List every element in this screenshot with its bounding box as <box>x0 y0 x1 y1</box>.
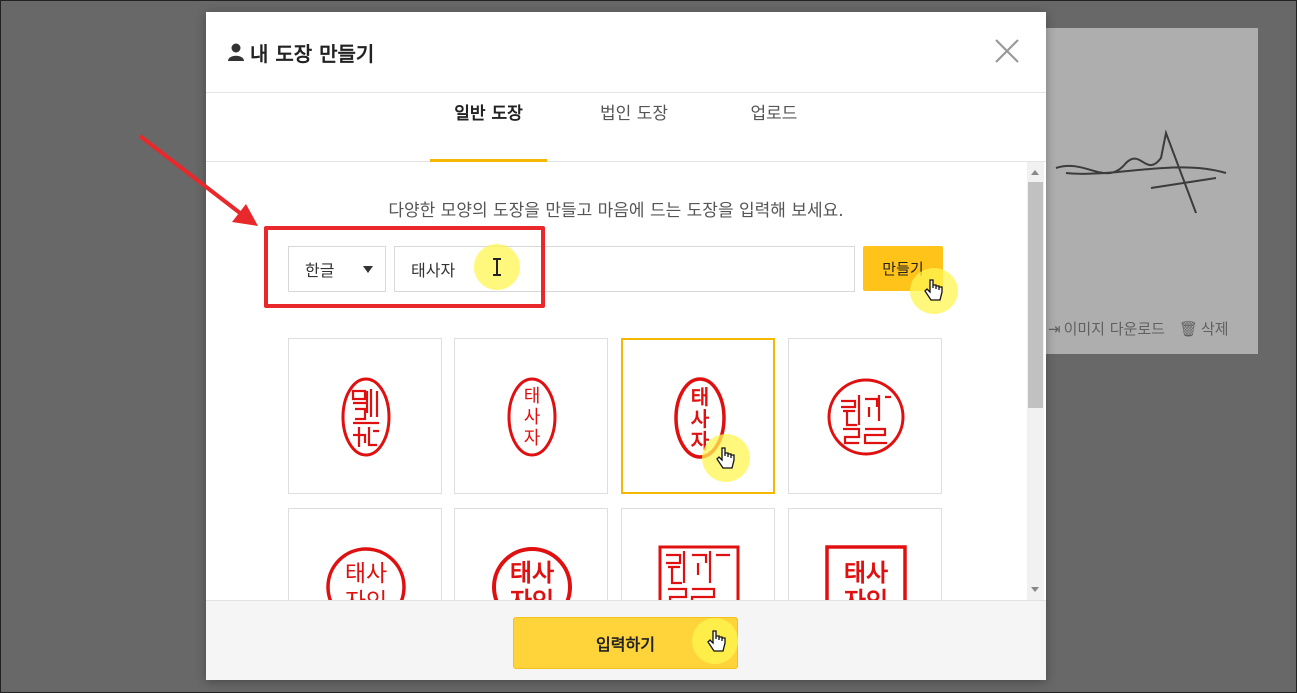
stamp-option-selected[interactable]: 태 사 자 <box>621 338 775 494</box>
close-button[interactable] <box>994 38 1020 64</box>
stamp-oval-bold-image: 태 사 자 <box>674 377 726 459</box>
stamp-option[interactable] <box>788 338 942 494</box>
stamp-tabs: 일반 도장 법인 도장 업로드 <box>206 93 1046 162</box>
signature-image <box>1055 129 1227 214</box>
annotation-highlight-box <box>264 226 545 308</box>
hand-pointer-icon <box>924 279 943 301</box>
modal-footer: 입력하기 <box>206 600 1046 680</box>
annotation-arrow-icon <box>138 134 258 226</box>
download-image-link[interactable]: ⇥ 이미지 다운로드 <box>1048 318 1165 339</box>
delete-link[interactable]: 🗑 삭제 <box>1179 318 1229 339</box>
description-text: 다양한 모양의 도장을 만들고 마음에 드는 도장을 입력해 보세요. <box>388 201 844 221</box>
stamp-round-seal-image <box>827 378 905 456</box>
stamp-char: 자인 <box>844 587 888 600</box>
stamp-char: 태 <box>691 385 709 409</box>
scroll-up-arrow-icon[interactable] <box>1031 170 1039 175</box>
modal-header: 내 도장 만들기 <box>206 12 1046 93</box>
stamp-modal: 내 도장 만들기 일반 도장 법인 도장 업로드 다양한 모양의 도장을 만들고… <box>206 12 1046 680</box>
stamp-char: 태사 <box>345 561 387 587</box>
download-icon: ⇥ <box>1048 319 1061 338</box>
stamp-char: 태 <box>524 386 541 407</box>
stamp-char: 자 <box>524 428 541 449</box>
stamp-char: 태사 <box>510 559 554 587</box>
stamp-char: 사 <box>691 407 710 431</box>
stamp-option[interactable] <box>621 508 775 600</box>
stamp-char: 사 <box>524 407 541 428</box>
stamp-round-two-line-bold-image: 태사 자인 <box>492 547 572 600</box>
stamp-option[interactable]: 태 사 자 <box>454 338 608 494</box>
stamp-option[interactable]: 태사 자인 <box>288 508 442 600</box>
hand-pointer-icon <box>707 630 726 652</box>
scroll-down-arrow-icon[interactable] <box>1031 587 1039 592</box>
stamp-char: 자인 <box>510 587 554 600</box>
hand-pointer-icon <box>716 447 735 469</box>
stamp-option[interactable] <box>288 338 442 494</box>
stamp-char: 태사 <box>844 559 888 587</box>
tab-upload[interactable]: 업로드 <box>726 93 822 162</box>
stamp-char: 자인 <box>345 589 387 600</box>
stamp-square-seal-image <box>658 545 740 600</box>
scroll-thumb[interactable] <box>1028 182 1043 408</box>
stamp-option[interactable]: 태사 자인 <box>788 508 942 600</box>
stamp-square-two-line-image: 태사 자인 <box>825 545 907 600</box>
stamp-round-two-line-image: 태사 자인 <box>326 547 406 600</box>
stamp-oval-vertical-image: 태 사 자 <box>507 377 557 457</box>
tab-corporate-stamp[interactable]: 법인 도장 <box>584 93 684 162</box>
content-scrollbar[interactable] <box>1027 162 1044 600</box>
stamp-oval-seal-image <box>341 377 391 457</box>
tab-general-stamp[interactable]: 일반 도장 <box>430 93 547 162</box>
signature-card <box>1040 28 1258 354</box>
trash-icon: 🗑 <box>1178 319 1198 338</box>
signature-actions: ⇥ 이미지 다운로드 🗑 삭제 <box>1048 318 1229 339</box>
close-icon <box>995 39 1019 63</box>
stamp-option[interactable]: 태사 자인 <box>454 508 608 600</box>
